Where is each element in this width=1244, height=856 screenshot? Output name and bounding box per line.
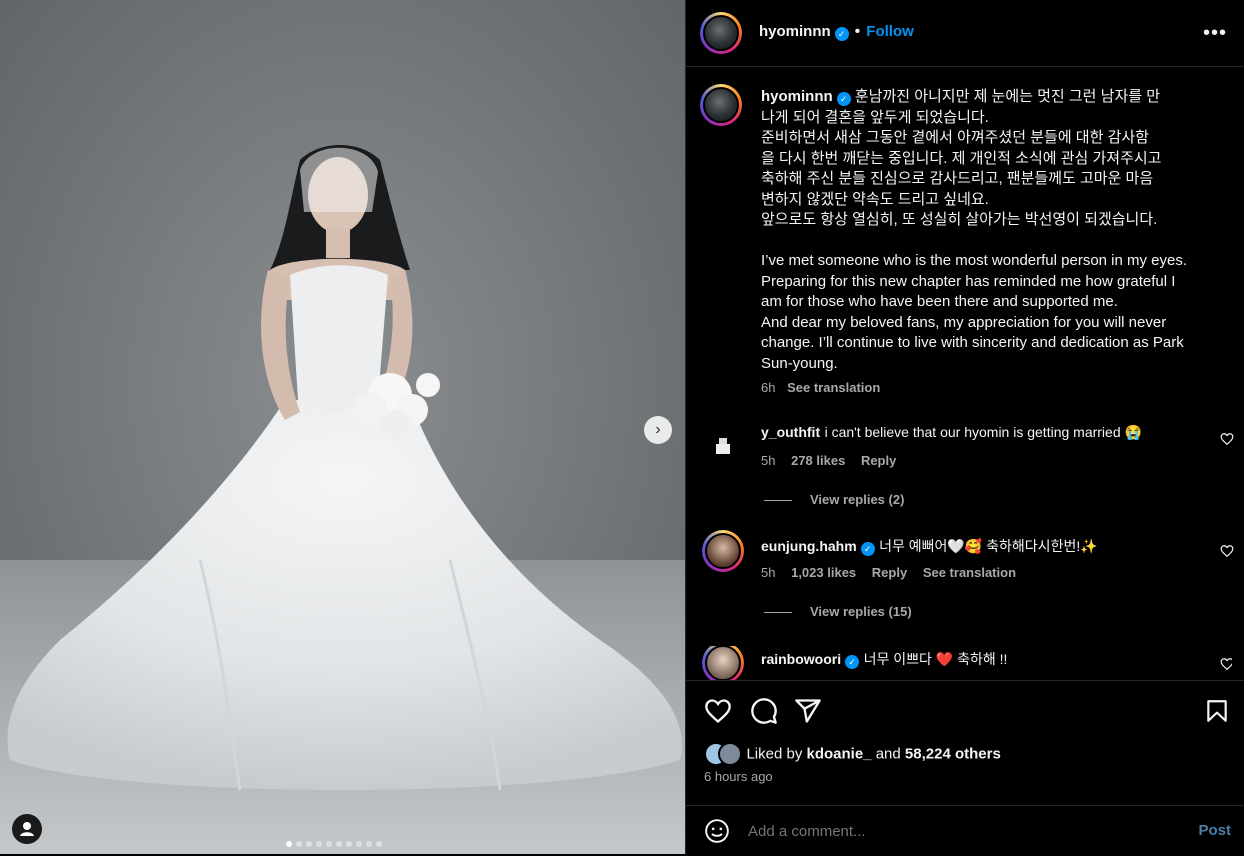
carousel-dot xyxy=(376,841,382,847)
carousel-dot xyxy=(346,841,352,847)
verified-badge-icon: ✓ xyxy=(860,542,875,556)
carousel-dot xyxy=(296,841,302,847)
more-options-icon[interactable]: ••• xyxy=(1203,22,1227,45)
caption-line: 나게 되어 결혼을 앞두게 되었습니다. xyxy=(761,108,989,126)
post-comment-button[interactable]: Post xyxy=(1198,822,1231,839)
follow-button[interactable]: Follow xyxy=(866,23,914,40)
view-replies-label: View replies (15) xyxy=(810,604,912,619)
like-comment-icon[interactable] xyxy=(1220,657,1232,671)
caption-line: 변하지 않겠단 약속도 드리고 싶네요. xyxy=(761,190,989,208)
caption-line: 을 다시 한번 깨닫는 중입니다. 제 개인적 소식에 관심 가져주시고 xyxy=(761,149,1162,167)
person-icon xyxy=(20,822,34,836)
comment-time: 5h xyxy=(761,453,776,468)
likes-count[interactable]: 58,224 others xyxy=(905,746,1001,763)
reply-button[interactable]: Reply xyxy=(872,565,907,580)
caption-author-avatar[interactable] xyxy=(700,84,742,126)
commenter-username[interactable]: eunjung.hahm xyxy=(761,538,857,554)
carousel-next-button[interactable]: › xyxy=(644,416,672,444)
see-translation-link[interactable]: See translation xyxy=(787,380,880,395)
caption-line: I’ve met someone who is the most wonderf… xyxy=(761,252,1188,269)
verified-badge-icon: ✓ xyxy=(845,655,860,669)
carousel-dot xyxy=(306,841,312,847)
reply-button[interactable]: Reply xyxy=(861,453,896,468)
caption-line: 훈남까진 아니지만 제 눈에는 멋진 그런 남자를 만 xyxy=(854,88,1161,105)
carousel-dot xyxy=(356,841,362,847)
emoji-icon[interactable] xyxy=(704,818,730,844)
caption-line: Preparing for this new chapter has remin… xyxy=(761,272,1176,290)
bookmark-icon[interactable] xyxy=(1204,697,1230,725)
carousel-dot xyxy=(286,841,292,847)
caption-line: And dear my beloved fans, my appreciatio… xyxy=(761,313,1167,331)
post-actions: Liked by kdoanie_ and 58,224 others 6 ho… xyxy=(686,680,1244,855)
caption-text: hyominnn ✓ 훈남까진 아니지만 제 눈에는 멋진 그런 남자를 만 나게… xyxy=(761,87,1231,374)
caption-line: change. I’ll continue to live with since… xyxy=(761,334,1184,351)
comment-item: rainbowoori ✓ 너무 이쁘다 ❤️ 축하해 !! xyxy=(702,646,1232,680)
commenter-username[interactable]: y_outhfit xyxy=(761,424,820,440)
comment-text: i can't believe that our hyomin is getti… xyxy=(824,424,1142,440)
caption: hyominnn ✓ 훈남까진 아니지만 제 눈에는 멋진 그런 남자를 만 나게… xyxy=(761,87,1231,395)
view-replies-label: View replies (2) xyxy=(810,492,905,507)
commenter-avatar[interactable] xyxy=(702,646,744,680)
separator-dot: • xyxy=(854,23,861,40)
author-avatar[interactable] xyxy=(700,12,742,54)
carousel-dot xyxy=(336,841,342,847)
liked-by-user[interactable]: kdoanie_ xyxy=(807,746,872,763)
likes-summary: Liked by kdoanie_ and 58,224 others xyxy=(704,742,1001,766)
caption-line: am for those who have been there and sup… xyxy=(761,293,1118,310)
comment-likes[interactable]: 1,023 likes xyxy=(791,565,856,580)
comment-likes[interactable]: 278 likes xyxy=(791,453,845,468)
caption-line: Sun-young. xyxy=(761,354,838,372)
carousel-dots xyxy=(286,834,386,847)
chevron-right-icon: › xyxy=(655,421,661,438)
carousel-dot xyxy=(366,841,372,847)
view-replies-button[interactable]: View replies (15) xyxy=(764,604,912,619)
verified-badge-icon: ✓ xyxy=(836,92,851,106)
post-header: hyominnn ✓ • Follow ••• xyxy=(686,0,1244,67)
commenter-username[interactable]: rainbowoori xyxy=(761,651,841,667)
caption-meta: 6h See translation xyxy=(761,380,1231,395)
liked-by-prefix: Liked by xyxy=(746,745,807,763)
comment-text: 너무 예뻐어🤍🥰 축하해다시한번!✨ xyxy=(879,538,1098,554)
caption-line: 축하해 주신 분들 진심으로 감사드리고, 팬분들께도 고마운 마음 xyxy=(761,170,1154,187)
caption-time: 6h xyxy=(761,380,776,395)
commenter-avatar[interactable] xyxy=(702,422,744,464)
like-comment-icon[interactable] xyxy=(1220,432,1234,446)
like-comment-icon[interactable] xyxy=(1220,544,1234,558)
carousel-dot xyxy=(316,841,322,847)
add-comment-bar: Post xyxy=(686,805,1244,856)
post-details-panel: hyominnn ✓ • Follow ••• hyominnn ✓ 훈남까진 아니지만… xyxy=(685,0,1244,854)
verified-badge-icon: ✓ xyxy=(834,27,849,41)
caption-line: 앞으로도 항상 열심히, 또 성실히 살아가는 박선영이 되겠습니다. xyxy=(761,211,1158,228)
commenter-avatar[interactable] xyxy=(702,530,744,572)
view-replies-button[interactable]: View replies (2) xyxy=(764,492,904,507)
liker-avatar xyxy=(718,742,742,766)
tagged-user-button[interactable] xyxy=(12,814,42,844)
caption-line: 준비하면서 새삼 그동안 곁에서 아껴주셨던 분들에 대한 감사함 xyxy=(761,129,1149,146)
bride-photo xyxy=(0,0,685,854)
carousel-dot xyxy=(326,841,332,847)
comment-input[interactable] xyxy=(746,818,1170,844)
post-timestamp[interactable]: 6 hours ago xyxy=(704,769,773,784)
comment-item: eunjung.hahm ✓ 너무 예뻐어🤍🥰 축하해다시한번!✨ 5h 1,02… xyxy=(702,530,1234,624)
post-media-photo[interactable] xyxy=(0,0,685,854)
share-send-icon[interactable] xyxy=(794,697,822,725)
caption-username[interactable]: hyominnn xyxy=(761,88,833,105)
liked-by-and: and xyxy=(871,745,905,763)
see-translation-link[interactable]: See translation xyxy=(923,565,1016,580)
comment-bubble-icon[interactable] xyxy=(750,697,778,725)
author-username[interactable]: hyominnn xyxy=(759,23,831,40)
cake-avatar-icon xyxy=(716,438,730,454)
comment-time: 5h xyxy=(761,565,776,580)
comment-text: 너무 이쁘다 ❤️ 축하해 !! xyxy=(863,651,1008,667)
comment-item: y_outhfit i can't believe that our hyomi… xyxy=(702,422,1234,512)
like-heart-icon[interactable] xyxy=(704,697,732,725)
